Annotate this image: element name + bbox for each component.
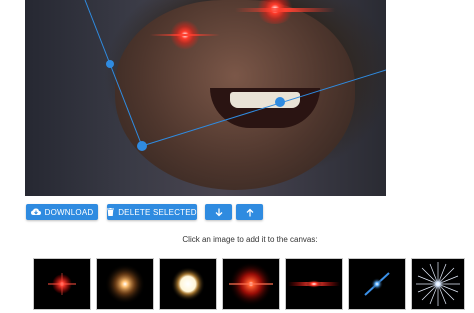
flare-thumbnail-white-star[interactable] <box>411 258 465 310</box>
orange-glow-flare-icon <box>105 264 145 304</box>
blue-diagonal-streak-flare-icon <box>364 272 390 296</box>
flare-thumbnail-blue-streak[interactable] <box>348 258 406 310</box>
flare-thumbnail-orange-glow[interactable] <box>96 258 154 310</box>
download-button[interactable]: DOWNLOAD <box>26 204 98 220</box>
delete-selected-button-label: DELETE SELECTED <box>118 207 197 217</box>
red-horizontal-streak-flare-icon <box>288 280 340 288</box>
flare-thumbnail-white-orb[interactable] <box>159 258 217 310</box>
arrow-down-icon <box>215 208 222 216</box>
editor-canvas[interactable] <box>25 0 386 196</box>
transform-handle-corner[interactable] <box>137 141 147 151</box>
transform-handle-top[interactable] <box>106 60 114 68</box>
flare-thumbnail-red-sparkle[interactable] <box>33 258 91 310</box>
red-burst-flare-icon <box>229 262 273 306</box>
download-button-label: DOWNLOAD <box>44 207 94 217</box>
flare-thumbnail-red-burst[interactable] <box>222 258 280 310</box>
white-star-flare-icon <box>416 262 460 306</box>
delete-selected-button[interactable]: DELETE SELECTED <box>107 204 197 220</box>
white-orb-flare-icon <box>171 267 205 301</box>
move-up-button[interactable] <box>236 204 263 220</box>
red-sparkle-flare-icon <box>48 273 76 295</box>
transform-handle-rotate[interactable] <box>275 97 285 107</box>
move-down-button[interactable] <box>205 204 232 220</box>
flare-thumbnail-red-streak[interactable] <box>285 258 343 310</box>
gallery-instruction: Click an image to add it to the canvas: <box>182 235 318 244</box>
arrow-up-icon <box>246 208 253 216</box>
selection-transform-box[interactable] <box>25 0 386 196</box>
trash-icon <box>107 208 115 216</box>
cloud-download-icon <box>30 208 41 215</box>
